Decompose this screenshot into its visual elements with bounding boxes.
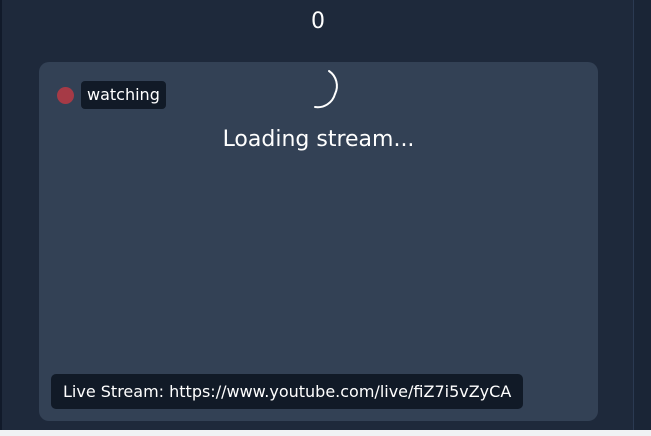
stream-url-label: Live Stream: https://www.youtube.com/liv… [51, 374, 524, 409]
viewer-count: 0 [311, 9, 325, 34]
live-dot-icon [57, 87, 74, 104]
side-panel-edge [633, 0, 651, 430]
status-badge: watching [81, 81, 166, 109]
bottom-edge [0, 430, 651, 436]
loading-spinner-icon [314, 70, 338, 109]
loading-message: Loading stream... [222, 127, 415, 152]
left-border [0, 0, 2, 430]
stream-player-card[interactable]: watching Loading stream... Live Stream: … [39, 62, 598, 421]
